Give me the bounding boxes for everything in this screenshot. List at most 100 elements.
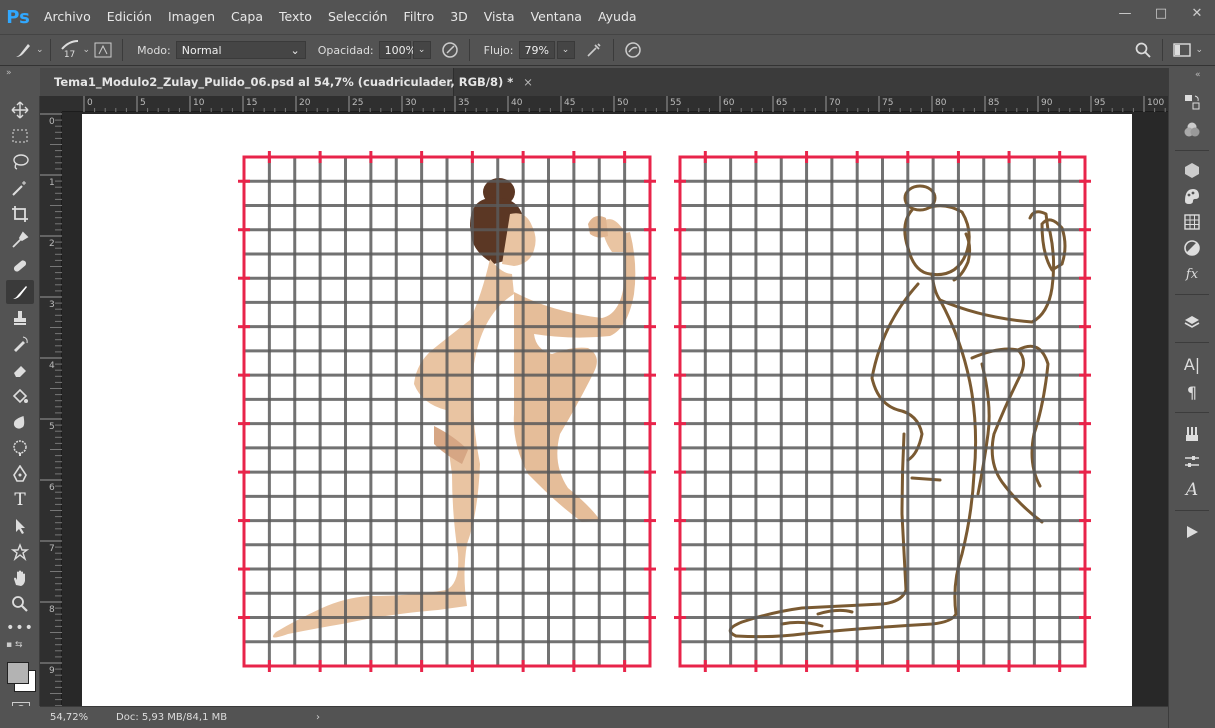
vertical-ruler[interactable]: 0 1 2 3 4 5 6 7 8 9 (40, 112, 62, 706)
actions-panel-icon[interactable] (1177, 520, 1207, 544)
close-tab-icon[interactable]: × (523, 75, 533, 89)
flow-input[interactable]: 79% (518, 41, 555, 59)
menu-imagen[interactable]: Imagen (160, 0, 223, 34)
opacity-input[interactable]: 100% (378, 41, 416, 59)
brushes-panel-icon[interactable] (1177, 422, 1207, 446)
type-tool[interactable]: T (6, 488, 34, 512)
collapse-panels-icon[interactable]: « (1195, 70, 1201, 80)
flow-value: 79% (524, 43, 549, 57)
paragraph-panel-icon[interactable]: ¶ (1177, 380, 1207, 404)
menu-ayuda[interactable]: Ayuda (590, 0, 645, 34)
chevron-down-icon[interactable]: ⌄ (83, 45, 91, 55)
dodge-tool[interactable] (6, 436, 34, 460)
zoom-tool[interactable] (6, 592, 34, 616)
brush-tool[interactable] (6, 280, 34, 304)
grid-panel-icon[interactable] (1177, 210, 1207, 234)
status-bar: 54,72% Doc: 5,93 MB/84,1 MB › (40, 706, 1168, 728)
marquee-tool[interactable] (6, 124, 34, 148)
chevron-down-icon[interactable]: ⌄ (36, 45, 44, 55)
hand-tool[interactable] (6, 566, 34, 590)
ruler-label: 6 (49, 483, 55, 493)
brush-size-picker[interactable]: 17 (57, 40, 83, 60)
menu-ventana[interactable]: Ventana (523, 0, 590, 34)
pen-icon (13, 465, 27, 482)
workspace-icon[interactable] (1169, 38, 1195, 62)
menu-archivo[interactable]: Archivo (36, 0, 99, 34)
path-selection-tool[interactable] (6, 514, 34, 538)
menu-3d[interactable]: 3D (442, 0, 476, 34)
foreground-color-swatch[interactable] (7, 662, 29, 684)
glyphs-panel-icon[interactable]: A (1177, 478, 1207, 502)
lasso-tool[interactable] (6, 150, 34, 174)
brush-preset-icon[interactable] (10, 38, 36, 62)
ruler-label: 55 (670, 98, 682, 108)
ruler-label: 100 (1147, 98, 1165, 108)
default-colors-icon[interactable]: ▪ ⇆ (6, 640, 34, 654)
properties-panel-icon[interactable] (1177, 450, 1207, 474)
document-tab[interactable]: Tema1_Modulo2_Zulay_Pulido_06.psd al 54,… (40, 68, 533, 96)
chevron-down-icon[interactable]: ⌄ (1195, 45, 1203, 55)
toolbar-collapse-icon[interactable]: » (0, 66, 40, 96)
layers-panel-icon[interactable] (1177, 310, 1207, 334)
adjustments-panel-icon[interactable] (1177, 236, 1207, 260)
more-tools[interactable]: ••• (6, 616, 34, 640)
close-button[interactable]: ✕ (1179, 0, 1215, 26)
pen-tool[interactable] (6, 462, 34, 486)
blur-tool[interactable] (6, 410, 34, 434)
magic-wand-tool[interactable] (6, 176, 34, 200)
3d-panel-icon[interactable] (1177, 158, 1207, 182)
search-icon[interactable] (1130, 38, 1156, 62)
pressure-size-icon[interactable] (620, 38, 646, 62)
pressure-opacity-icon[interactable] (437, 38, 463, 62)
character-panel-icon[interactable]: A| (1177, 352, 1207, 376)
divider (1175, 510, 1209, 511)
ruler-origin[interactable] (40, 96, 62, 112)
marquee-icon (12, 129, 28, 143)
history-panel-icon[interactable] (1177, 90, 1207, 114)
panels-dock: « fx A| ¶ A (1168, 68, 1215, 728)
menu-vista[interactable]: Vista (476, 0, 523, 34)
ruler-label: 4 (49, 361, 55, 371)
move-tool[interactable] (6, 98, 34, 122)
horizontal-ruler[interactable]: 0 5 10 15 20 25 30 35 40 45 50 55 60 65 70 75 80 85 90 95 10… (62, 96, 1168, 112)
clone-stamp-tool[interactable] (6, 306, 34, 330)
history-brush-tool[interactable] (6, 332, 34, 356)
airbrush-icon[interactable] (581, 38, 607, 62)
shape-tool[interactable] (6, 540, 34, 564)
zoom-icon (12, 596, 28, 612)
opacity-dropdown[interactable]: ⌄ (412, 41, 431, 59)
eyedropper-tool[interactable] (6, 228, 34, 252)
crop-tool[interactable] (6, 202, 34, 226)
swatches-panel-icon[interactable] (1177, 184, 1207, 208)
menu-filtro[interactable]: Filtro (396, 0, 443, 34)
ruler-label: 60 (723, 98, 735, 108)
menu-seleccion[interactable]: Selección (320, 0, 396, 34)
menu-texto[interactable]: Texto (271, 0, 320, 34)
ruler-label: 80 (935, 98, 947, 108)
document-info: Doc: 5,93 MB/84,1 MB (116, 712, 228, 723)
styles-panel-icon[interactable]: fx (1177, 262, 1207, 286)
document-canvas[interactable] (82, 114, 1132, 706)
eraser-tool[interactable] (6, 358, 34, 382)
brush-panel-toggle-icon[interactable] (90, 38, 116, 62)
ruler-label: 2 (49, 239, 55, 249)
color-panel-icon[interactable] (1177, 118, 1207, 142)
tools-panel: T ••• ▪ ⇆ (0, 96, 40, 728)
menu-capa[interactable]: Capa (223, 0, 271, 34)
bandage-icon (13, 260, 27, 272)
healing-brush-tool[interactable] (6, 254, 34, 278)
zoom-level[interactable]: 54,72% (40, 712, 102, 723)
ruler-label: 85 (988, 98, 1000, 108)
mode-select[interactable]: Normal ⌄ (175, 41, 306, 59)
ruler-label: 5 (140, 98, 146, 108)
menu-edicion[interactable]: Edición (99, 0, 160, 34)
maximize-button[interactable]: □ (1143, 0, 1179, 26)
status-menu-arrow-icon[interactable]: › (316, 712, 320, 723)
canvas-area[interactable] (62, 112, 1168, 706)
paint-bucket-tool[interactable] (6, 384, 34, 408)
flow-dropdown[interactable]: ⌄ (556, 41, 575, 59)
ruler-label: 0 (49, 117, 55, 127)
photoshop-logo: Ps (6, 6, 30, 28)
ruler-label: 3 (49, 300, 55, 310)
minimize-button[interactable]: — (1107, 0, 1143, 26)
